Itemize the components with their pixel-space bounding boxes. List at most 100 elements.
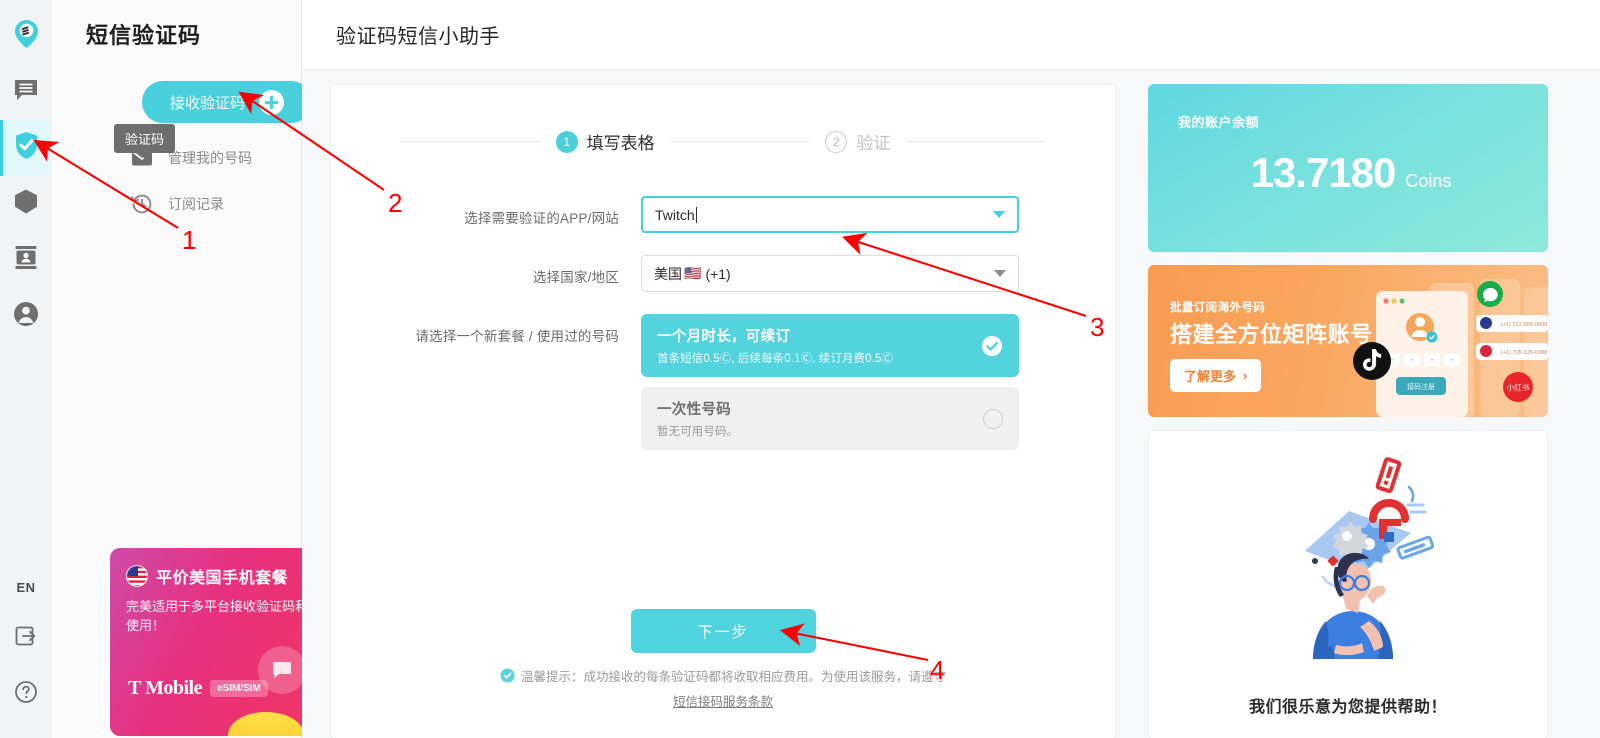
balance-card: 我的账户余额 13.7180 Coins xyxy=(1148,84,1548,252)
logout-arrow-icon xyxy=(14,624,38,653)
step-number: 1 xyxy=(555,130,578,153)
form-row-country: 选择国家/地区 美国 🇺🇸 (+1) xyxy=(331,255,1115,292)
country-select[interactable]: 美国 🇺🇸 (+1) xyxy=(641,255,1019,292)
country-field-wrap: 美国 🇺🇸 (+1) xyxy=(641,255,1019,292)
verification-code-tooltip: 验证码 xyxy=(114,124,176,153)
plan-title: 一次性号码 xyxy=(657,402,731,418)
icon-rail-bottom: EN xyxy=(0,564,52,738)
stepper: 1 填写表格 2 验证 xyxy=(331,113,1115,154)
svg-text:*: * xyxy=(1430,357,1433,366)
svg-text:*: * xyxy=(1450,357,1453,366)
radio-checked-icon xyxy=(981,335,1003,357)
location-pin-logo-icon xyxy=(13,19,40,54)
language-switch[interactable]: EN xyxy=(0,564,52,610)
receive-code-button[interactable]: 接收验证码 xyxy=(142,81,312,123)
form-row-plan: 请选择一个新套餐 / 使用过的号码 一个月时长，可续订 首条短信0.5Ⓒ, 后续… xyxy=(331,314,1115,460)
coin-decoration xyxy=(228,712,304,736)
plan-subtitle: 首条短信0.5Ⓒ, 后续每条0.1Ⓒ, 续订月费0.5Ⓒ xyxy=(657,353,894,365)
fee-tip: 温馨提示：成功接收的每条验证码都将收取相应费用。为使用该服务，请遵守 xyxy=(331,666,1115,685)
step-line xyxy=(906,141,1046,142)
main-header: 验证码短信小助手 xyxy=(302,0,1600,70)
sidebar-item-contacts[interactable] xyxy=(0,232,52,288)
app-site-field-wrap: Twitch xyxy=(641,196,1019,233)
plus-icon xyxy=(259,89,284,115)
step-label: 验证 xyxy=(856,134,891,153)
learn-more-button[interactable]: 了解更多 › xyxy=(1170,359,1262,392)
receive-code-label: 接收验证码 xyxy=(169,94,245,112)
icon-rail-top xyxy=(0,0,52,344)
app-logo[interactable] xyxy=(0,8,52,64)
learn-more-label: 了解更多 xyxy=(1184,369,1237,384)
plan-option-onetime[interactable]: 一次性号码 暂无可用号码。 xyxy=(641,387,1019,450)
plan-text: 一个月时长，可续订 首条短信0.5Ⓒ, 后续每条0.1Ⓒ, 续订月费0.5Ⓒ xyxy=(657,325,981,366)
tmobile-logo: T Mobile xyxy=(128,677,202,699)
chat-bubble-icon xyxy=(13,77,39,108)
us-flag-icon xyxy=(126,565,148,587)
plan-label: 请选择一个新套餐 / 使用过的号码 xyxy=(415,329,619,344)
step-number: 2 xyxy=(825,130,848,153)
help-button[interactable] xyxy=(0,666,52,722)
icon-rail: EN xyxy=(0,0,52,738)
menu-item-label: 管理我的号码 xyxy=(168,150,252,166)
main-body: 1 填写表格 2 验证 选择需要验证的APP/网站 Twitch 选择国家/地区… xyxy=(302,70,1600,738)
tmobile-brand-row: T Mobile eSIM/SIM xyxy=(128,677,268,700)
app-site-select[interactable]: Twitch xyxy=(641,196,1019,233)
promo-kicker: 批量订阅海外号码 xyxy=(1170,302,1266,314)
left-panel-menu: 管理我的号码 订阅记录 xyxy=(52,135,302,227)
country-dial-code: (+1) xyxy=(705,265,731,282)
sidebar-item-account[interactable] xyxy=(0,288,52,344)
fee-tip-text: 温馨提示：成功接收的每条验证码都将收取相应费用。为使用该服务，请遵守 xyxy=(520,670,946,684)
sidebar-item-verification-code[interactable] xyxy=(0,120,52,176)
step-fill-form[interactable]: 1 填写表格 xyxy=(540,129,671,154)
form-rows: 选择需要验证的APP/网站 Twitch 选择国家/地区 美国 🇺🇸 (+1) … xyxy=(331,154,1115,460)
check-circle-icon xyxy=(500,668,515,683)
text-caret xyxy=(695,206,697,223)
form-footer: 下一步 温馨提示：成功接收的每条验证码都将收取相应费用。为使用该服务，请遵守 短… xyxy=(331,609,1115,710)
plan-subtitle: 暂无可用号码。 xyxy=(657,426,739,438)
plan-title: 一个月时长，可续订 xyxy=(657,329,791,345)
contact-card-icon xyxy=(13,244,39,276)
menu-item-label: 订阅记录 xyxy=(168,196,224,212)
page-title: 验证码短信小助手 xyxy=(336,26,500,48)
balance-amount: 13.7180 xyxy=(1250,149,1397,196)
left-panel: 短信验证码 接收验证码 管理我的号码 订阅记录 验证码 平价美国手机套餐 完美适… xyxy=(52,0,350,738)
sidebar-item-packages[interactable] xyxy=(0,176,52,232)
menu-item-manage-numbers[interactable]: 管理我的号码 xyxy=(52,135,302,181)
country-flag-icon: 🇺🇸 xyxy=(684,265,702,281)
panel-title: 短信验证码 xyxy=(86,23,202,48)
app-site-value: Twitch xyxy=(655,206,695,223)
chevron-right-icon: › xyxy=(1243,368,1248,383)
step-line xyxy=(401,141,540,142)
plan-options: 一个月时长，可续订 首条短信0.5Ⓒ, 后续每条0.1Ⓒ, 续订月费0.5Ⓒ 一… xyxy=(641,314,1019,460)
step-verify[interactable]: 2 验证 xyxy=(809,129,906,154)
app-root: EN 短信验证码 接收验证码 管理我的号码 订阅记录 验证码 平价美国手机套餐 … xyxy=(0,0,1600,738)
bulk-subscribe-promo-card[interactable]: 批量订阅海外号码 搭建全方位矩阵账号 了解更多 › * * * * 接码注册 (… xyxy=(1148,265,1548,417)
matrix-accounts-illustration: * * * * 接码注册 (+1) 212-555-0000 (+1) 705-125… xyxy=(1338,265,1548,417)
esim-badge: eSIM/SIM xyxy=(209,680,268,697)
menu-item-subscription-history[interactable]: 订阅记录 xyxy=(52,181,302,227)
user-circle-icon xyxy=(13,301,39,332)
svg-text:*: * xyxy=(1410,357,1413,366)
logout-button[interactable] xyxy=(0,610,52,666)
form-card: 1 填写表格 2 验证 选择需要验证的APP/网站 Twitch 选择国家/地区… xyxy=(330,84,1116,738)
svg-text:(+1) 705-125-0088: (+1) 705-125-0088 xyxy=(1501,350,1548,356)
svg-text:接码注册: 接码注册 xyxy=(1407,382,1435,391)
shield-check-icon xyxy=(13,131,40,165)
svg-text:小红书: 小红书 xyxy=(1507,382,1530,392)
radio-unchecked-icon xyxy=(983,408,1003,429)
app-site-label: 选择需要验证的APP/网站 xyxy=(464,211,619,226)
cube-icon xyxy=(13,188,39,220)
form-row-app-site: 选择需要验证的APP/网站 Twitch xyxy=(331,196,1115,233)
terms-of-service-link[interactable]: 短信接码服务条款 xyxy=(331,691,1115,710)
next-step-button[interactable]: 下一步 xyxy=(630,609,816,653)
plan-option-monthly[interactable]: 一个月时长，可续订 首条短信0.5Ⓒ, 后续每条0.1Ⓒ, 续订月费0.5Ⓒ xyxy=(641,314,1019,377)
balance-unit: Coins xyxy=(1405,171,1452,191)
plan-text: 一次性号码 暂无可用号码。 xyxy=(657,398,983,439)
sidebar-item-messages[interactable] xyxy=(0,64,52,120)
history-clock-icon xyxy=(130,192,154,216)
main-area: 验证码短信小助手 1 填写表格 2 验证 选择需要验证的APP/网站 Twitc… xyxy=(302,0,1600,738)
chevron-down-icon xyxy=(994,270,1006,277)
balance-amount-row: 13.7180 Coins xyxy=(1178,149,1548,197)
country-name: 美国 xyxy=(654,265,682,282)
right-column: 我的账户余额 13.7180 Coins 批量订阅海外号码 搭建全方位矩阵账号 … xyxy=(1148,84,1548,738)
